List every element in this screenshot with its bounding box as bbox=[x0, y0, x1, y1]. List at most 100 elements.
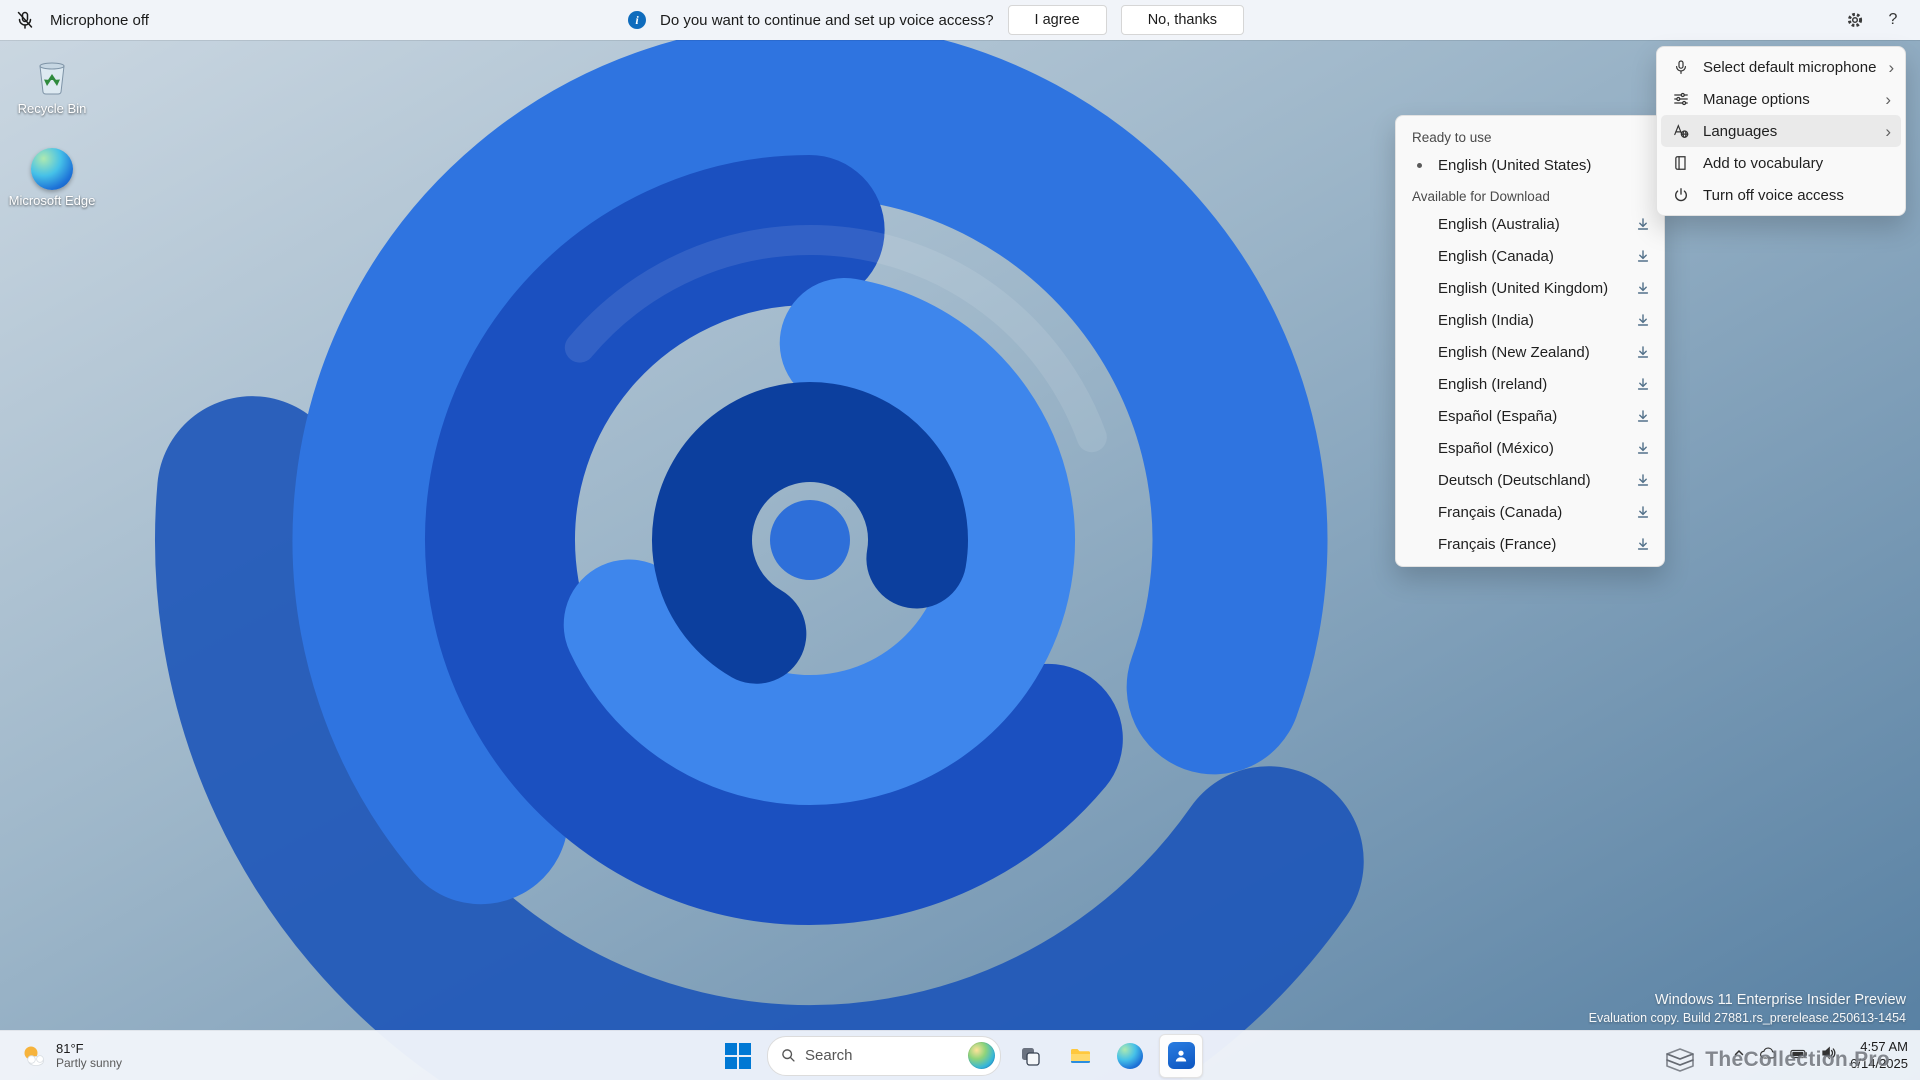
tray-clock[interactable]: 4:57 AM 6/14/2025 bbox=[1850, 1039, 1908, 1073]
menu-item-add-to-vocabulary[interactable]: Add to vocabulary bbox=[1661, 147, 1901, 179]
voice-setup-prompt-group: i Do you want to continue and set up voi… bbox=[628, 5, 1245, 35]
selected-bullet-icon bbox=[1417, 163, 1422, 168]
download-icon[interactable] bbox=[1636, 249, 1650, 263]
chevron-right-icon: › bbox=[1885, 121, 1891, 141]
system-tray: 4:57 AM 6/14/2025 bbox=[1732, 1031, 1908, 1080]
language-item[interactable]: English (Ireland) bbox=[1396, 368, 1664, 400]
voice-access-app-button[interactable] bbox=[1159, 1033, 1203, 1078]
language-label: Français (Canada) bbox=[1438, 503, 1563, 521]
build-watermark-line1: Windows 11 Enterprise Insider Preview bbox=[1654, 991, 1906, 1008]
language-item[interactable]: Español (España) bbox=[1396, 400, 1664, 432]
help-icon[interactable]: ? bbox=[1878, 5, 1908, 35]
download-icon[interactable] bbox=[1636, 473, 1650, 487]
download-icon[interactable] bbox=[1636, 217, 1650, 231]
microphone-icon bbox=[1671, 57, 1691, 77]
menu-item-languages[interactable]: Languages › bbox=[1661, 115, 1901, 147]
options-sliders-icon bbox=[1671, 89, 1691, 109]
file-explorer-icon bbox=[1070, 1049, 1090, 1063]
language-label: English (India) bbox=[1438, 311, 1534, 329]
language-label: English (Ireland) bbox=[1438, 375, 1548, 393]
language-item-current[interactable]: English (United States) bbox=[1396, 149, 1664, 181]
recycle-bin-icon bbox=[39, 62, 65, 95]
language-item[interactable]: English (New Zealand) bbox=[1396, 336, 1664, 368]
agree-button[interactable]: I agree bbox=[1007, 5, 1107, 35]
voice-setup-prompt: Do you want to continue and set up voice… bbox=[660, 11, 994, 29]
power-icon bbox=[1671, 185, 1691, 205]
person-icon bbox=[1175, 1050, 1187, 1061]
build-watermark-line2: Evaluation copy. Build 27881.rs_prerelea… bbox=[1588, 1010, 1906, 1025]
language-item[interactable]: Deutsch (Deutschland) bbox=[1396, 464, 1664, 496]
language-label: Deutsch (Deutschland) bbox=[1438, 471, 1591, 489]
menu-item-label: Select default microphone bbox=[1703, 58, 1877, 76]
language-item[interactable]: Français (France) bbox=[1396, 528, 1664, 560]
ready-to-use-header: Ready to use bbox=[1412, 130, 1492, 145]
taskbar: 81°F Partly sunny Search 4:57 AM 6/14/20… bbox=[0, 1030, 1920, 1080]
desktop-icon-edge[interactable]: Microsoft Edge bbox=[6, 148, 98, 209]
download-icon[interactable] bbox=[1636, 313, 1650, 327]
language-item[interactable]: English (United Kingdom) bbox=[1396, 272, 1664, 304]
taskbar-center: Search bbox=[717, 1031, 1203, 1080]
chevron-right-icon: › bbox=[1885, 89, 1891, 109]
edge-icon bbox=[1117, 1042, 1143, 1069]
languages-submenu: Ready to use English (United States) Ava… bbox=[1395, 115, 1665, 567]
language-item[interactable]: English (Australia) bbox=[1396, 208, 1664, 240]
battery-icon[interactable] bbox=[1790, 1047, 1808, 1065]
build-watermark: Windows 11 Enterprise Insider Preview Ev… bbox=[1589, 991, 1906, 1026]
bing-daily-icon[interactable] bbox=[968, 1042, 995, 1069]
language-label: English (Australia) bbox=[1438, 215, 1560, 233]
mic-status-label: Microphone off bbox=[50, 11, 149, 29]
task-view-button[interactable] bbox=[1009, 1035, 1051, 1077]
settings-gear-icon[interactable] bbox=[1840, 5, 1870, 35]
info-icon: i bbox=[628, 11, 646, 29]
task-view-icon bbox=[1022, 1047, 1040, 1066]
language-item[interactable]: Español (México) bbox=[1396, 432, 1664, 464]
tray-date: 6/14/2025 bbox=[1850, 1055, 1908, 1071]
voice-bar-right: ? bbox=[1840, 5, 1920, 35]
menu-item-label: Languages bbox=[1703, 122, 1778, 140]
language-label: Français (France) bbox=[1438, 535, 1557, 553]
windows-logo-icon bbox=[725, 1042, 751, 1069]
language-label: Español (México) bbox=[1438, 439, 1554, 457]
desktop-icon-recycle-bin[interactable]: Recycle Bin bbox=[6, 54, 98, 117]
download-icon[interactable] bbox=[1636, 377, 1650, 391]
start-button[interactable] bbox=[717, 1035, 759, 1077]
weather-desc: Partly sunny bbox=[56, 1056, 123, 1071]
download-icon[interactable] bbox=[1636, 505, 1650, 519]
onedrive-cloud-icon[interactable] bbox=[1759, 1046, 1777, 1065]
voice-access-icon bbox=[1167, 1042, 1195, 1069]
voice-access-bar: Microphone off i Do you want to continue… bbox=[0, 0, 1920, 40]
language-item[interactable]: English (India) bbox=[1396, 304, 1664, 336]
language-item[interactable]: Français (Canada) bbox=[1396, 496, 1664, 528]
edge-button[interactable] bbox=[1109, 1035, 1151, 1077]
language-item[interactable]: English (Canada) bbox=[1396, 240, 1664, 272]
desktop-icon-label: Microsoft Edge bbox=[8, 193, 96, 208]
language-label: English (Canada) bbox=[1438, 247, 1554, 265]
microphone-off-icon[interactable] bbox=[10, 5, 40, 35]
tray-chevron-up-icon[interactable] bbox=[1732, 1046, 1746, 1065]
voice-access-menu: Select default microphone › Manage optio… bbox=[1656, 46, 1906, 216]
voice-bar-left: Microphone off bbox=[0, 5, 149, 35]
tray-time: 4:57 AM bbox=[1860, 1038, 1908, 1054]
download-icon[interactable] bbox=[1636, 537, 1650, 551]
desktop-icon-label: Recycle Bin bbox=[17, 101, 87, 116]
search-box[interactable]: Search bbox=[767, 1035, 1001, 1076]
download-icon[interactable] bbox=[1636, 441, 1650, 455]
language-label: Español (España) bbox=[1438, 407, 1558, 425]
menu-item-select-default-microphone[interactable]: Select default microphone › bbox=[1661, 51, 1901, 83]
file-explorer-button[interactable] bbox=[1059, 1035, 1101, 1077]
menu-item-turn-off-voice-access[interactable]: Turn off voice access bbox=[1661, 179, 1901, 211]
menu-item-manage-options[interactable]: Manage options › bbox=[1661, 83, 1901, 115]
chevron-right-icon: › bbox=[1888, 57, 1895, 77]
search-placeholder: Search bbox=[805, 1047, 853, 1064]
download-icon[interactable] bbox=[1636, 409, 1650, 423]
volume-icon[interactable] bbox=[1821, 1046, 1837, 1065]
download-icon[interactable] bbox=[1636, 281, 1650, 295]
decline-button[interactable]: No, thanks bbox=[1120, 5, 1245, 35]
weather-widget[interactable]: 81°F Partly sunny bbox=[12, 1031, 130, 1080]
edge-icon bbox=[31, 148, 73, 190]
language-label: English (United States) bbox=[1438, 156, 1592, 174]
menu-item-label: Manage options bbox=[1703, 90, 1810, 108]
menu-item-label: Turn off voice access bbox=[1703, 186, 1844, 204]
weather-temp: 81°F bbox=[56, 1040, 84, 1056]
download-icon[interactable] bbox=[1636, 345, 1650, 359]
